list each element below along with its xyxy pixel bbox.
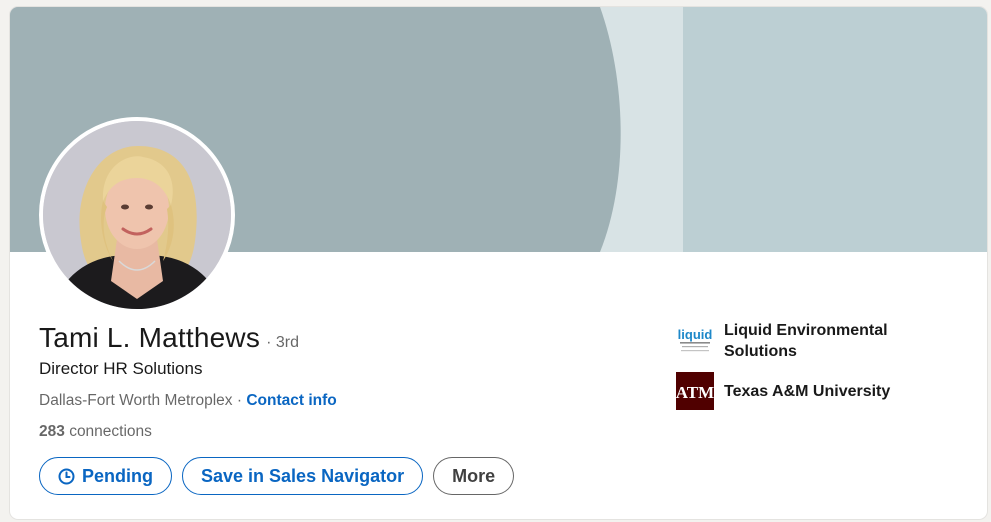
more-button[interactable]: More: [433, 457, 515, 495]
profile-location: Dallas-Fort Worth Metroplex: [39, 392, 233, 409]
profile-avatar[interactable]: [39, 117, 235, 313]
connections-count: 283: [39, 423, 65, 440]
org-item-liquid-environmental[interactable]: liquid Liquid Environmental Solutions: [676, 320, 914, 362]
contact-info-link[interactable]: Contact info: [246, 392, 336, 409]
profile-headline: Director HR Solutions: [39, 359, 203, 378]
name-row: Tami L. Matthews · 3rd: [39, 322, 299, 354]
pending-label: Pending: [82, 465, 153, 486]
org-name-texas-am: Texas A&M University: [724, 382, 891, 400]
clock-icon: [58, 468, 75, 485]
location-separator: ·: [236, 392, 242, 409]
svg-text:liquid: liquid: [678, 327, 713, 342]
pending-button[interactable]: Pending: [39, 457, 172, 495]
profile-name: Tami L. Matthews: [39, 322, 261, 353]
connections-label: connections: [69, 423, 152, 440]
svg-text:ATM: ATM: [676, 383, 714, 402]
connections-summary[interactable]: 283 connections: [39, 423, 152, 441]
location-row: Dallas-Fort Worth Metroplex · Contact in…: [39, 392, 337, 410]
org-name-liquid-environmental: Liquid Environmental Solutions: [724, 322, 888, 360]
save-in-sales-navigator-button[interactable]: Save in Sales Navigator: [182, 457, 424, 495]
texas-am-logo: ATM: [676, 372, 714, 410]
org-item-texas-am[interactable]: ATM Texas A&M University: [676, 372, 914, 410]
profile-actions: Pending Save in Sales Navigator More: [39, 457, 515, 495]
liquid-environmental-logo: liquid: [676, 320, 714, 358]
profile-card: Tami L. Matthews · 3rd Director HR Solut…: [10, 7, 987, 519]
profile-organizations: liquid Liquid Environmental Solutions AT…: [676, 320, 914, 410]
connection-degree: · 3rd: [266, 334, 299, 351]
